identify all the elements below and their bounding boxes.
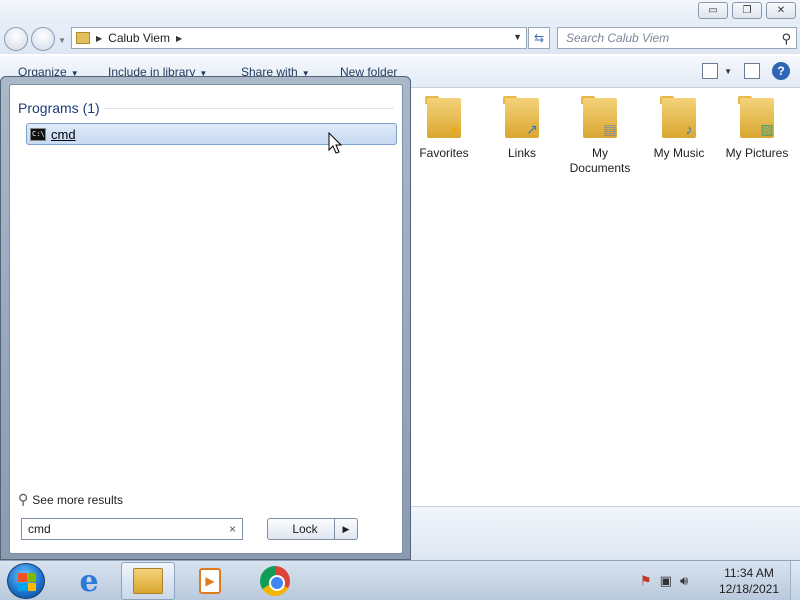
minimize-button[interactable]: ▭ bbox=[698, 2, 728, 19]
search-placeholder: Search Calub Viem bbox=[566, 31, 670, 45]
folder-item[interactable]: ♪ My Music bbox=[642, 96, 716, 161]
start-search-input[interactable]: cmd × bbox=[21, 518, 243, 540]
clock-time: 11:34 AM bbox=[724, 566, 774, 580]
file-list: ★ Favorites ↗ Links ▤ My Documents ♪ My Music ▨ M… bbox=[410, 90, 800, 505]
chrome-taskbar-button[interactable] bbox=[248, 562, 302, 600]
folder-icon bbox=[76, 32, 90, 44]
clear-search-icon[interactable]: × bbox=[229, 522, 236, 536]
start-button[interactable] bbox=[7, 563, 45, 599]
folder-item[interactable]: ↗ Links bbox=[485, 96, 559, 161]
close-button[interactable]: ✕ bbox=[766, 2, 796, 19]
window-controls: ▭ ❐ ✕ bbox=[698, 2, 796, 19]
address-row: ▼ ▶ Calub Viem ▶ ▼ ⇆ Search Calub Viem ⚲ bbox=[0, 24, 800, 54]
folder-item[interactable]: ▨ My Pictures bbox=[720, 96, 794, 161]
lock-button[interactable]: Lock bbox=[267, 518, 343, 540]
folder-label: Links bbox=[507, 146, 536, 160]
music-folder-icon: ♪ bbox=[660, 96, 698, 140]
help-icon[interactable]: ? bbox=[772, 62, 790, 80]
folder-label: Favorites bbox=[419, 146, 469, 160]
media-player-icon: ▶ bbox=[199, 568, 221, 594]
recent-pages-dropdown-icon[interactable]: ▼ bbox=[58, 36, 66, 45]
view-options-dropdown-icon[interactable]: ▼ bbox=[724, 67, 732, 76]
links-folder-icon: ↗ bbox=[503, 96, 541, 140]
search-input[interactable]: Search Calub Viem ⚲ bbox=[557, 27, 797, 49]
programs-heading: Programs (1) bbox=[18, 100, 100, 116]
folder-item[interactable]: ▤ My Documents bbox=[563, 96, 637, 176]
result-label: cmd bbox=[51, 126, 76, 142]
folder-item[interactable]: ★ Favorites bbox=[407, 96, 481, 161]
cmd-icon: C:\ bbox=[30, 127, 46, 141]
see-more-results-link[interactable]: ⚲ See more results bbox=[18, 491, 123, 508]
address-history-dropdown-icon[interactable]: ▼ bbox=[513, 32, 522, 42]
documents-folder-icon: ▤ bbox=[581, 96, 619, 140]
folder-label: My Pictures bbox=[725, 146, 789, 160]
internet-explorer-taskbar-button[interactable]: e bbox=[62, 562, 116, 600]
search-icon: ⚲ bbox=[18, 491, 29, 507]
network-icon[interactable]: ▣ bbox=[660, 573, 672, 589]
address-bar[interactable]: ▶ Calub Viem ▶ ▼ bbox=[71, 27, 527, 49]
windows-logo-icon bbox=[18, 573, 36, 591]
search-icon[interactable]: ⚲ bbox=[781, 31, 791, 47]
clock-date: 12/18/2021 bbox=[718, 582, 780, 596]
pictures-folder-icon: ▨ bbox=[738, 96, 776, 140]
back-button[interactable] bbox=[4, 27, 28, 51]
details-pane bbox=[410, 506, 800, 560]
divider bbox=[104, 108, 394, 109]
taskbar: e ▶ ⚑ ▣ 🔊︎ 11:34 AM 12/18/2021 bbox=[0, 560, 800, 600]
start-menu: Programs (1) C:\ cmd ⚲ See more results … bbox=[0, 76, 411, 560]
start-search-value: cmd bbox=[28, 522, 51, 536]
explorer-folder-icon bbox=[133, 568, 163, 594]
volume-icon[interactable]: 🔊︎ bbox=[680, 573, 688, 589]
internet-explorer-icon: e bbox=[79, 563, 99, 599]
folder-label: My Music bbox=[653, 146, 705, 160]
change-view-icon[interactable] bbox=[702, 63, 719, 79]
system-clock[interactable]: 11:34 AM 12/18/2021 bbox=[712, 565, 786, 597]
refresh-button[interactable]: ⇆ bbox=[528, 27, 550, 49]
action-center-icon[interactable]: ⚑ bbox=[640, 573, 652, 589]
forward-button[interactable] bbox=[31, 27, 55, 51]
power-options-arrow-button[interactable]: ▶ bbox=[334, 518, 358, 540]
show-desktop-button[interactable] bbox=[790, 561, 800, 600]
view-controls: ▼ ? bbox=[702, 62, 790, 80]
folder-label: My Documents bbox=[569, 146, 631, 175]
mouse-cursor-icon bbox=[328, 132, 343, 154]
title-bar: ▭ ❐ ✕ bbox=[0, 0, 800, 24]
breadcrumb-segment[interactable]: Calub Viem bbox=[108, 31, 170, 45]
preview-pane-icon[interactable] bbox=[744, 63, 760, 79]
system-tray: ⚑ ▣ 🔊︎ bbox=[640, 573, 688, 589]
favorites-folder-icon: ★ bbox=[425, 96, 463, 140]
media-player-taskbar-button[interactable]: ▶ bbox=[183, 562, 237, 600]
see-more-label: See more results bbox=[32, 492, 123, 507]
breadcrumb-arrow-icon[interactable]: ▶ bbox=[176, 34, 182, 43]
chrome-icon bbox=[260, 566, 290, 596]
breadcrumb-arrow-icon[interactable]: ▶ bbox=[96, 34, 102, 43]
windows-explorer-taskbar-button[interactable] bbox=[121, 562, 175, 600]
restore-button[interactable]: ❐ bbox=[732, 2, 762, 19]
